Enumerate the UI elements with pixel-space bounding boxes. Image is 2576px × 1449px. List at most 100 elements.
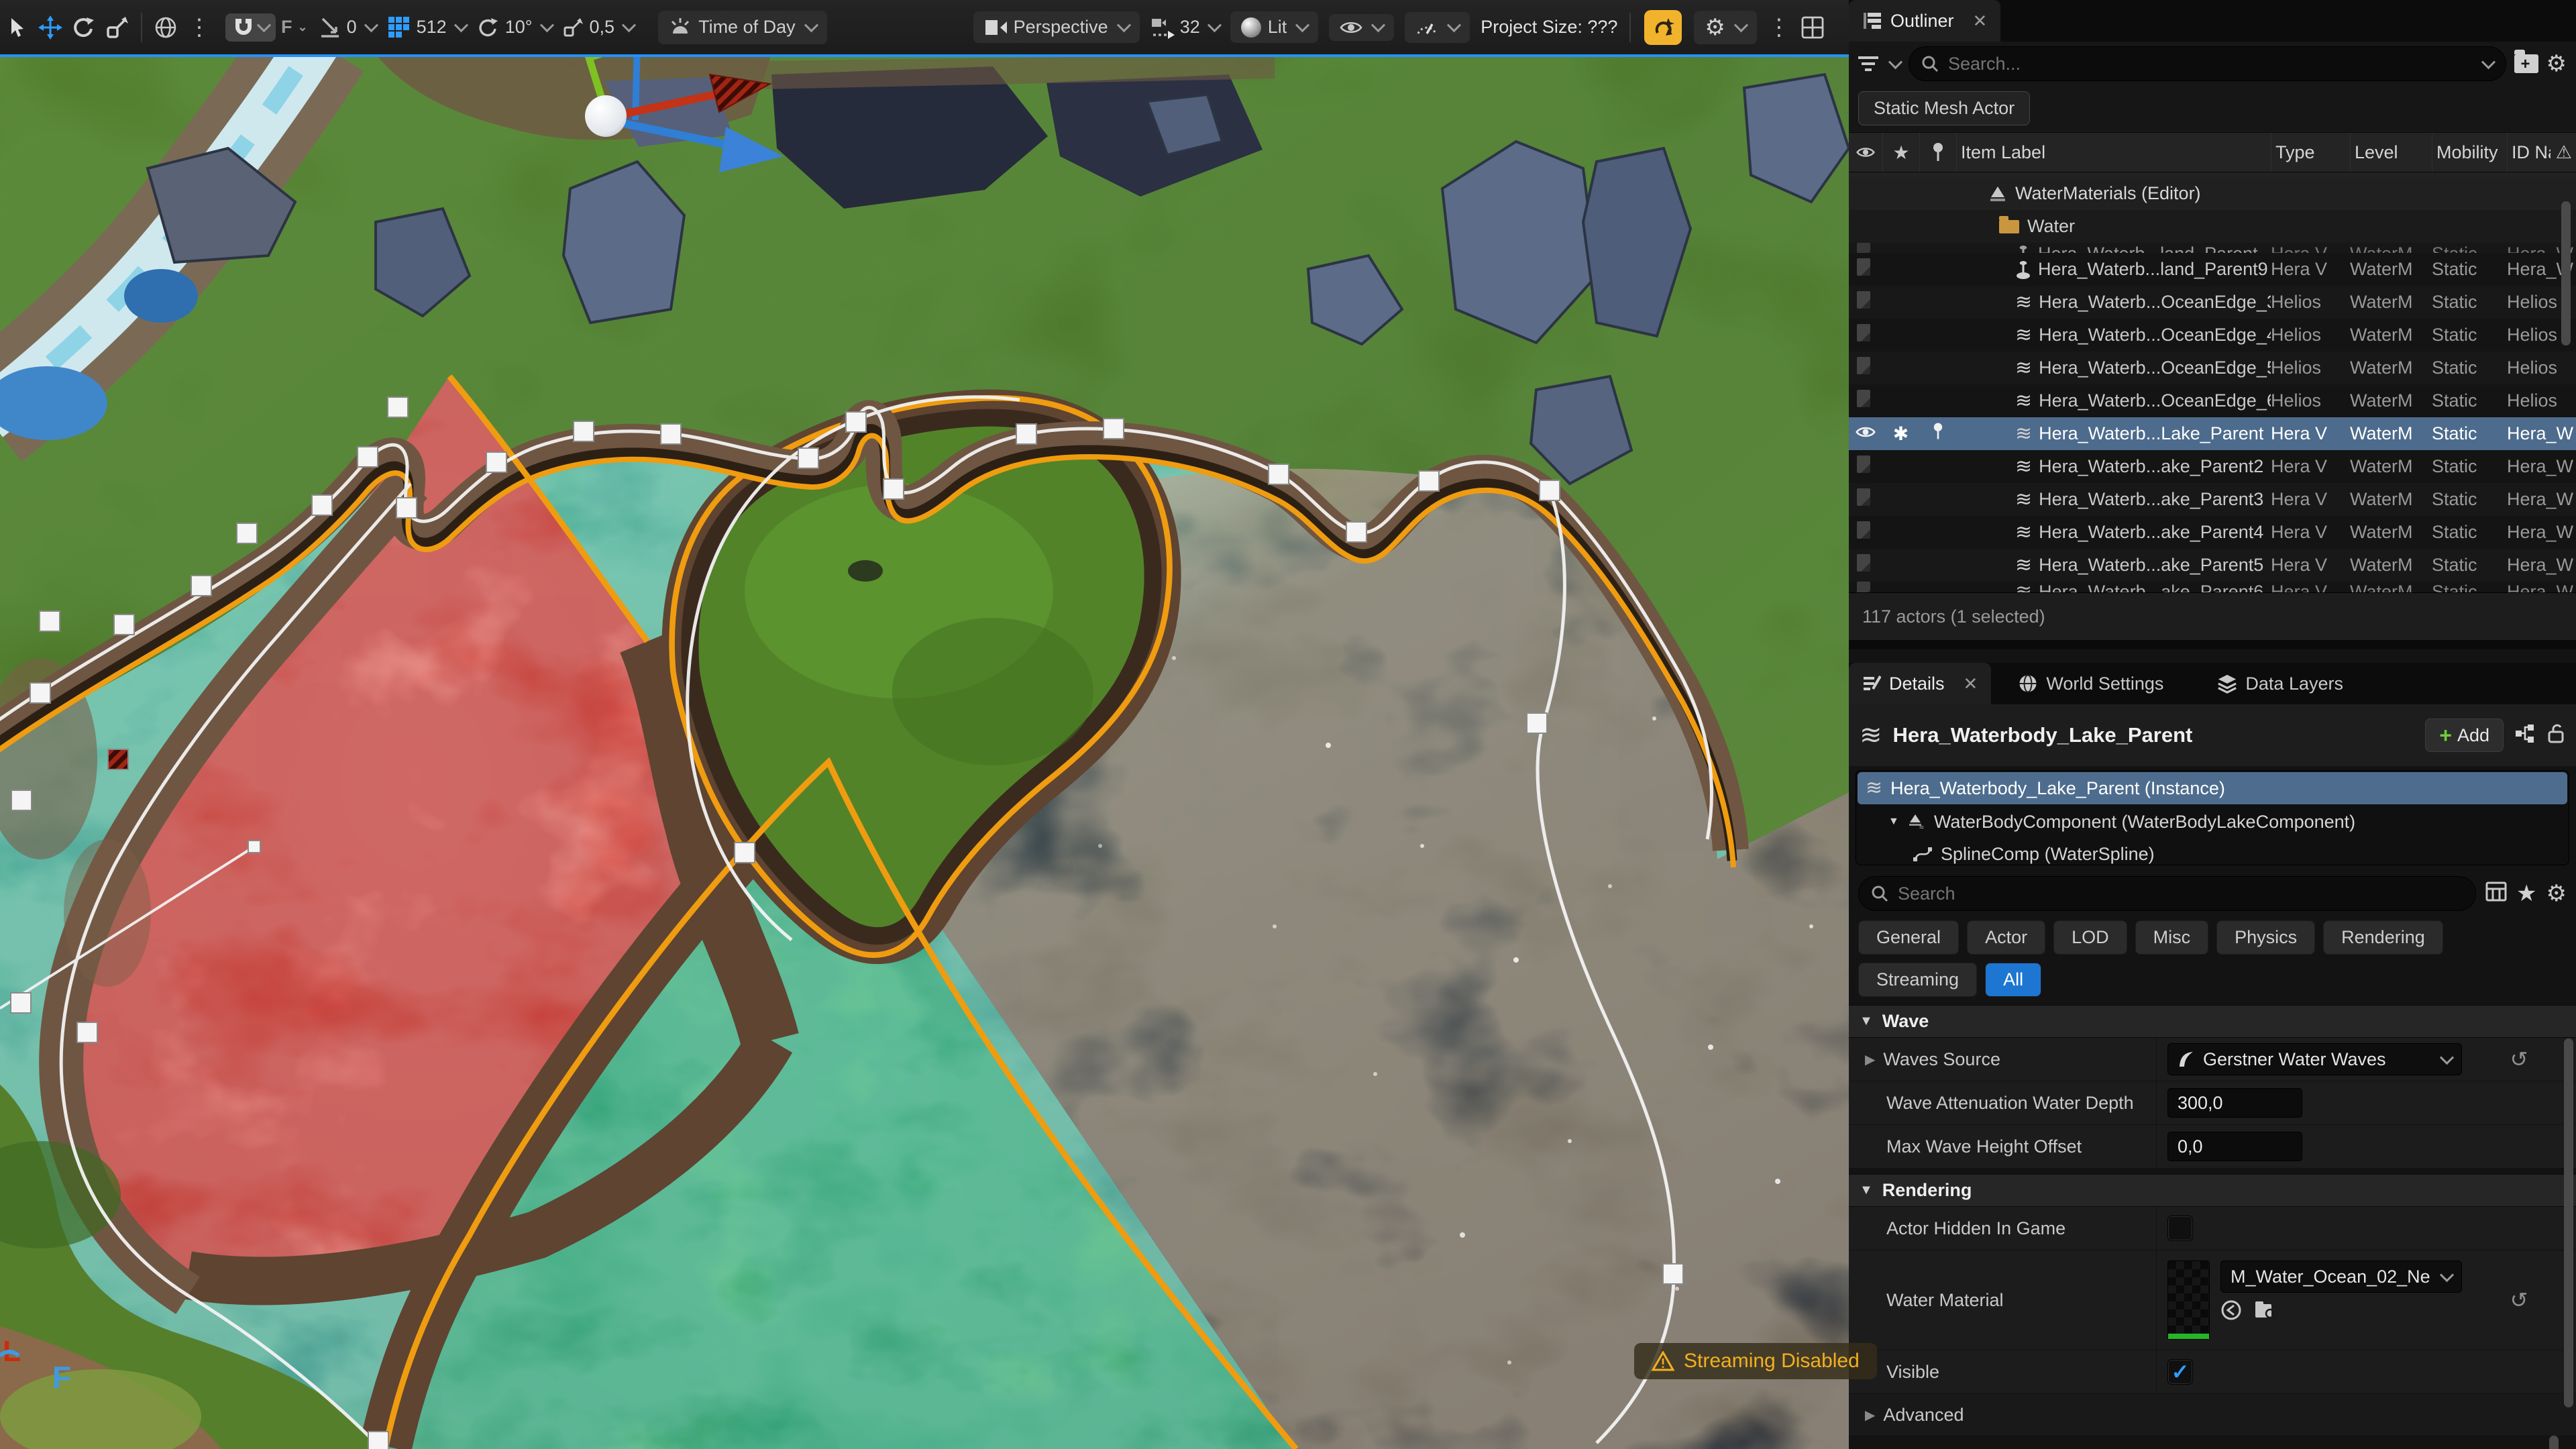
grid-snap-control[interactable]: 512 <box>387 15 466 40</box>
more-options-dots-icon[interactable]: ⋮ <box>1764 12 1794 43</box>
details-scrollbar[interactable] <box>2564 1038 2573 1407</box>
category-chip-lod[interactable]: LOD <box>2053 920 2127 955</box>
outliner-row[interactable]: Hera_Waterb...land_ParentHera VWaterMSta… <box>1849 243 2576 253</box>
tab-world-settings[interactable]: World Settings <box>2004 663 2177 704</box>
details-search-input[interactable] <box>1896 883 2463 905</box>
chevron-down-icon[interactable] <box>2481 55 2495 69</box>
outliner-row[interactable]: ≋Hera_Waterb...ake_Parent2Hera VWaterMSt… <box>1849 450 2576 483</box>
surface-snap-offset-icon[interactable]: F⌄ <box>281 17 308 38</box>
category-chip-physics[interactable]: Physics <box>2216 920 2315 955</box>
use-selected-asset-icon[interactable] <box>2220 1299 2242 1326</box>
column-type[interactable]: Type <box>2271 133 2350 172</box>
tangent-handle[interactable] <box>248 841 260 853</box>
advanced-expander-row[interactable]: ▶Advanced <box>1849 1394 2576 1436</box>
outliner-row[interactable]: ≋Hera_Waterb...OceanEdge_5HeliosWaterMSt… <box>1849 352 2576 384</box>
surface-snap-control[interactable]: 0 <box>319 16 376 39</box>
category-chip-rendering[interactable]: Rendering <box>2323 920 2443 955</box>
outliner-row[interactable]: ≋Hera_Waterb...OceanEdge_4HeliosWaterMSt… <box>1849 319 2576 352</box>
tab-details[interactable]: Details ✕ <box>1849 663 1991 704</box>
collapse-triangle-icon[interactable]: ▼ <box>1888 816 1899 828</box>
component-row[interactable]: ▼≈WaterBodyComponent (WaterBodyLakeCompo… <box>1856 806 2569 838</box>
tool-options-dots-icon[interactable]: ⋮ <box>184 12 215 43</box>
section-rendering[interactable]: ▼Rendering <box>1849 1174 2576 1207</box>
category-chip-streaming[interactable]: Streaming <box>1858 963 1977 997</box>
tab-outliner[interactable]: Outliner ✕ <box>1849 0 2000 42</box>
display-filter-icon[interactable] <box>2485 881 2507 906</box>
reset-to-default-icon[interactable]: ↺ <box>2462 1046 2576 1072</box>
outliner-row[interactable]: ≋Hera_Waterb...OceanEdge_3HeliosWaterMSt… <box>1849 286 2576 319</box>
outliner-level-row[interactable]: WaterMaterials (Editor) <box>1849 177 2576 210</box>
component-tree-scrollbar[interactable] <box>2549 1436 2559 1449</box>
screen-percentage-control[interactable]: 32 <box>1150 16 1220 39</box>
visible-checkbox[interactable] <box>2167 1359 2193 1385</box>
category-chip-all[interactable]: All <box>1985 963 2041 997</box>
add-folder-icon[interactable]: + <box>2514 54 2538 73</box>
outliner-search-input[interactable] <box>1947 53 2471 75</box>
column-level[interactable]: Level <box>2350 133 2432 172</box>
close-icon[interactable]: ✕ <box>1964 674 1978 694</box>
category-chip-actor[interactable]: Actor <box>1967 920 2045 955</box>
rotate-tool-button[interactable] <box>68 12 99 43</box>
view-mode-button[interactable]: Lit <box>1230 11 1319 43</box>
column-id-name[interactable]: ID Name⚠ <box>2507 133 2576 172</box>
unlock-icon[interactable] <box>2548 722 2565 749</box>
outliner-search[interactable] <box>1909 46 2506 81</box>
outliner-folder-row[interactable]: Water <box>1849 210 2576 243</box>
browse-components-icon[interactable] <box>2514 723 2537 748</box>
tab-data-layers[interactable]: Data Layers <box>2204 663 2357 704</box>
favorites-icon[interactable]: ★ <box>2516 880 2536 907</box>
eye-icon[interactable] <box>1856 425 1876 439</box>
outliner-row[interactable]: ≋Hera_Waterb...ake_Parent5Hera VWaterMSt… <box>1849 549 2576 582</box>
gear-icon[interactable]: ⚙ <box>2546 50 2567 77</box>
select-tool-button[interactable] <box>1 12 32 43</box>
actor-hidden-checkbox[interactable] <box>2167 1216 2193 1241</box>
filter-chip-static-mesh-actor[interactable]: Static Mesh Actor <box>1858 91 2030 125</box>
fast-iteration-button[interactable] <box>1644 10 1682 45</box>
expand-triangle-icon[interactable]: ▶ <box>1865 1051 1875 1068</box>
level-viewport[interactable]: L F <box>0 54 1849 1449</box>
camera-mode-button[interactable]: Perspective <box>973 11 1140 43</box>
max-wave-height-input[interactable]: 0,0 <box>2167 1132 2302 1161</box>
component-row[interactable]: ≋Hera_Waterbody_Lake_Parent (Instance) <box>1858 772 2567 804</box>
column-mobility[interactable]: Mobility <box>2432 133 2507 172</box>
add-component-button[interactable]: +Add <box>2425 718 2504 752</box>
snap-toggle-button[interactable] <box>225 13 276 42</box>
scale-tool-button[interactable] <box>102 12 133 43</box>
outliner-row[interactable]: ≋Hera_Waterb...OceanEdge_6HeliosWaterMSt… <box>1849 384 2576 417</box>
outliner-row[interactable]: ≋Hera_Waterb...ake_Parent3Hera VWaterMSt… <box>1849 483 2576 516</box>
section-wave[interactable]: ▼Wave <box>1849 1005 2576 1038</box>
wave-attenuation-input[interactable]: 300,0 <box>2167 1088 2302 1118</box>
panel-splitter[interactable] <box>1849 640 2576 649</box>
category-chip-misc[interactable]: Misc <box>2135 920 2209 955</box>
pin-column-icon[interactable] <box>1919 133 1956 172</box>
outliner-row[interactable]: ≋Hera_Waterb...ake_Parent6Hera VWaterMSt… <box>1849 582 2576 592</box>
pin-icon[interactable] <box>1933 421 1943 441</box>
settings-button[interactable]: ⚙ <box>1694 11 1756 44</box>
material-thumbnail[interactable] <box>2167 1260 2210 1340</box>
world-coordinate-icon[interactable] <box>150 12 181 43</box>
outliner-scrollbar[interactable] <box>2561 201 2571 345</box>
category-chip-general[interactable]: General <box>1858 920 1959 955</box>
gear-icon[interactable]: ⚙ <box>2546 880 2567 907</box>
close-icon[interactable]: ✕ <box>1973 11 1988 32</box>
time-of-day-button[interactable]: Time of Day <box>658 11 827 44</box>
outliner-row[interactable]: ≋Hera_Waterb...ake_Parent4Hera VWaterMSt… <box>1849 516 2576 549</box>
star-icon[interactable]: ✱ <box>1893 423 1909 444</box>
performance-button[interactable] <box>1405 12 1470 43</box>
reset-to-default-icon[interactable]: ↺ <box>2462 1287 2576 1313</box>
component-row[interactable]: SplineComp (WaterSpline) <box>1856 838 2569 865</box>
details-search[interactable] <box>1858 876 2476 911</box>
outliner-row-selected[interactable]: ✱≋Hera_Waterb...Lake_ParentHera VWaterMS… <box>1849 417 2576 450</box>
water-material-dropdown[interactable]: M_Water_Ocean_02_NewM <box>2220 1260 2462 1293</box>
visibility-column-icon[interactable] <box>1849 133 1882 172</box>
show-flags-button[interactable] <box>1329 14 1394 41</box>
waves-source-dropdown[interactable]: Gerstner Water Waves <box>2167 1043 2462 1075</box>
rotation-snap-control[interactable]: 10° <box>477 16 552 39</box>
chevron-down-icon[interactable] <box>1888 55 1902 69</box>
scale-snap-control[interactable]: 0,5 <box>563 17 635 38</box>
column-item-label[interactable]: Item Label <box>1956 133 2271 172</box>
outliner-row[interactable]: Hera_Waterb...land_Parent9Hera VWaterMSt… <box>1849 253 2576 286</box>
layout-grid-icon[interactable] <box>1797 12 1828 43</box>
favorite-column-icon[interactable]: ★ <box>1882 133 1919 172</box>
browse-to-asset-icon[interactable] <box>2254 1300 2277 1325</box>
